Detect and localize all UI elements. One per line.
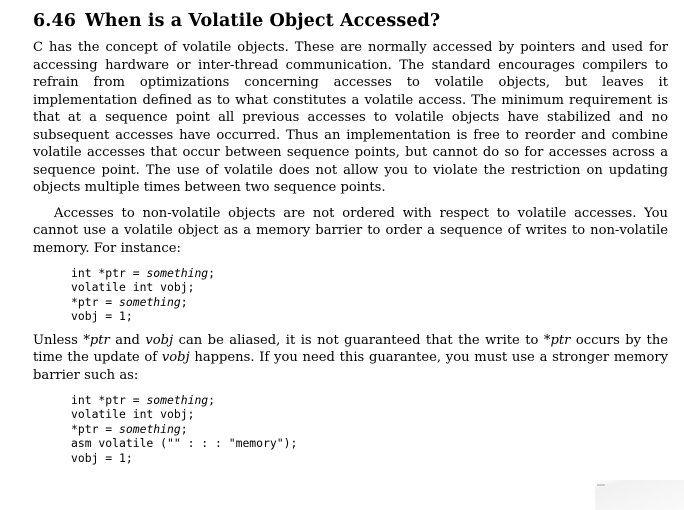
- code-text: *ptr =: [71, 294, 120, 309]
- code-text: int *ptr =: [71, 265, 147, 280]
- code-line: asm volatile ("" : : : "memory");: [71, 436, 668, 451]
- code-line: *ptr = something;: [71, 295, 668, 310]
- text-fragment: Unless: [33, 332, 84, 348]
- code-text: vobj = 1;: [71, 309, 133, 324]
- code-text: *ptr =: [71, 421, 120, 436]
- code-text: ;: [208, 392, 216, 407]
- code-text: volatile int vobj;: [71, 407, 195, 422]
- code-text: ;: [180, 421, 188, 436]
- code-text: asm volatile ("" : : : "memory");: [71, 436, 298, 451]
- code-line: vobj = 1;: [71, 451, 668, 466]
- scan-artifact: [595, 480, 684, 510]
- page-content: 6.46 When is a Volatile Object Accessed? …: [33, 10, 668, 466]
- inline-code-ptr: *ptr: [83, 332, 110, 348]
- paragraph-aliasing-guarantee: Unless *ptr and vobj can be aliased, it …: [33, 332, 668, 385]
- section-number: 6.46: [33, 11, 77, 31]
- code-identifier-something: something: [119, 294, 181, 309]
- code-identifier-something: something: [146, 392, 209, 407]
- text-fragment: and: [109, 332, 146, 348]
- code-line: volatile int vobj;: [71, 280, 668, 295]
- section-title: When is a Volatile Object Accessed?: [85, 11, 441, 31]
- text-fragment: can be aliased, it is not guaranteed tha…: [173, 332, 544, 348]
- document-page: 6.46 When is a Volatile Object Accessed? …: [0, 0, 684, 510]
- paragraph-non-volatile-ordering: Accesses to non-volatile objects are not…: [33, 205, 668, 257]
- code-identifier-something: something: [119, 421, 181, 436]
- code-text: volatile int vobj;: [71, 280, 195, 295]
- inline-code-ptr: *ptr: [543, 332, 571, 348]
- paragraph-volatile-intro: C has the concept of volatile objects. T…: [33, 40, 668, 196]
- code-line: vobj = 1;: [71, 309, 668, 324]
- code-block-with-memory-barrier: int *ptr = something; volatile int vobj; *…: [33, 393, 668, 466]
- code-line: int *ptr = something;: [71, 266, 668, 281]
- code-text: int *ptr =: [71, 392, 147, 407]
- code-line: *ptr = something;: [71, 422, 668, 437]
- inline-code-vobj: vobj: [161, 350, 190, 366]
- code-text: vobj = 1;: [71, 450, 133, 465]
- code-text: ;: [208, 265, 216, 280]
- code-line: volatile int vobj;: [71, 407, 668, 422]
- code-line: int *ptr = something;: [71, 393, 668, 408]
- code-text: ;: [180, 294, 188, 309]
- code-identifier-something: something: [146, 265, 209, 280]
- code-block-without-barrier: int *ptr = something; volatile int vobj; *…: [33, 266, 668, 324]
- inline-code-vobj: vobj: [145, 332, 174, 348]
- section-heading: 6.46 When is a Volatile Object Accessed?: [33, 10, 668, 32]
